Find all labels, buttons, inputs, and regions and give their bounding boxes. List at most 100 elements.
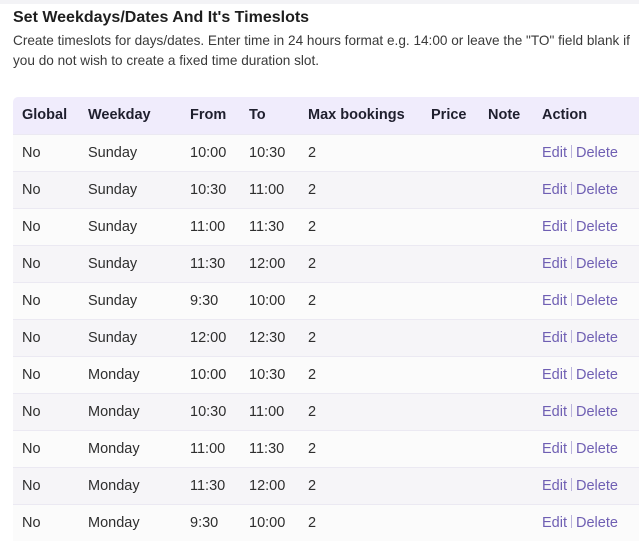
table-row: No Monday 10:00 10:30 2 Edit Delete [13, 355, 639, 393]
edit-link[interactable]: Edit [542, 256, 567, 272]
cell-from: 10:00 [181, 133, 240, 171]
column-header-from: From [190, 107, 227, 124]
cell-price [422, 207, 479, 245]
table-row: No Sunday 11:30 12:00 2 Edit Delete [13, 244, 639, 282]
table-row: No Sunday 9:30 10:00 2 Edit Delete [13, 281, 639, 319]
cell-weekday: Sunday [79, 244, 181, 282]
cell-weekday: Monday [79, 429, 181, 467]
action-separator [571, 181, 572, 195]
cell-max-bookings: 2 [299, 429, 422, 467]
timeslots-table-container: Global Weekday From To Max bookings Pric… [13, 97, 639, 541]
cell-price [422, 392, 479, 430]
cell-action: Edit Delete [533, 207, 639, 245]
cell-global: No [13, 170, 79, 208]
delete-link[interactable]: Delete [576, 478, 618, 494]
cell-weekday: Sunday [79, 318, 181, 356]
delete-link[interactable]: Delete [576, 293, 618, 309]
cell-global: No [13, 133, 79, 171]
cell-note [479, 170, 533, 208]
cell-weekday: Sunday [79, 207, 181, 245]
cell-to: 11:30 [240, 429, 299, 467]
delete-link[interactable]: Delete [576, 441, 618, 457]
cell-max-bookings: 2 [299, 133, 422, 171]
cell-note [479, 392, 533, 430]
action-separator [571, 329, 572, 343]
cell-from: 11:30 [181, 244, 240, 282]
delete-link[interactable]: Delete [576, 256, 618, 272]
cell-max-bookings: 2 [299, 503, 422, 541]
page-title: Set Weekdays/Dates And It's Timeslots [13, 9, 310, 26]
column-header-max-bookings: Max bookings [308, 107, 405, 124]
edit-link[interactable]: Edit [542, 330, 567, 346]
cell-action: Edit Delete [533, 318, 639, 356]
cell-from: 9:30 [181, 281, 240, 319]
table-row: No Sunday 10:00 10:30 2 Edit Delete [13, 133, 639, 171]
cell-action: Edit Delete [533, 170, 639, 208]
cell-price [422, 503, 479, 541]
table-row: No Monday 10:30 11:00 2 Edit Delete [13, 392, 639, 430]
edit-link[interactable]: Edit [542, 293, 567, 309]
cell-action: Edit Delete [533, 429, 639, 467]
edit-link[interactable]: Edit [542, 182, 567, 198]
edit-link[interactable]: Edit [542, 145, 567, 161]
action-separator [571, 440, 572, 454]
edit-link[interactable]: Edit [542, 441, 567, 457]
cell-from: 9:30 [181, 503, 240, 541]
edit-link[interactable]: Edit [542, 367, 567, 383]
cell-weekday: Sunday [79, 281, 181, 319]
cell-price [422, 170, 479, 208]
delete-link[interactable]: Delete [576, 404, 618, 420]
cell-global: No [13, 503, 79, 541]
delete-link[interactable]: Delete [576, 182, 618, 198]
delete-link[interactable]: Delete [576, 367, 618, 383]
cell-action: Edit Delete [533, 244, 639, 282]
table-body: No Sunday 10:00 10:30 2 Edit Delete No Sunday 10:… [13, 133, 639, 541]
edit-link[interactable]: Edit [542, 219, 567, 235]
cell-action: Edit Delete [533, 466, 639, 504]
action-separator [571, 218, 572, 232]
cell-max-bookings: 2 [299, 318, 422, 356]
cell-to: 11:30 [240, 207, 299, 245]
table-header-row: Global Weekday From To Max bookings Pric… [13, 97, 639, 134]
cell-from: 10:30 [181, 170, 240, 208]
edit-link[interactable]: Edit [542, 404, 567, 420]
column-header-to: To [249, 107, 266, 124]
cell-note [479, 429, 533, 467]
delete-link[interactable]: Delete [576, 219, 618, 235]
action-separator [571, 292, 572, 306]
action-separator [571, 514, 572, 528]
cell-price [422, 318, 479, 356]
cell-weekday: Sunday [79, 133, 181, 171]
cell-note [479, 244, 533, 282]
cell-global: No [13, 207, 79, 245]
cell-to: 12:30 [240, 318, 299, 356]
cell-price [422, 355, 479, 393]
cell-weekday: Monday [79, 392, 181, 430]
cell-note [479, 355, 533, 393]
action-separator [571, 403, 572, 417]
cell-from: 10:30 [181, 392, 240, 430]
cell-action: Edit Delete [533, 503, 639, 541]
table-row: No Monday 11:00 11:30 2 Edit Delete [13, 429, 639, 467]
delete-link[interactable]: Delete [576, 515, 618, 531]
cell-price [422, 133, 479, 171]
delete-link[interactable]: Delete [576, 330, 618, 346]
table-row: No Sunday 11:00 11:30 2 Edit Delete [13, 207, 639, 245]
cell-note [479, 207, 533, 245]
cell-action: Edit Delete [533, 392, 639, 430]
action-separator [571, 366, 572, 380]
column-header-global: Global [22, 107, 68, 124]
page-description: Create timeslots for days/dates. Enter t… [13, 33, 630, 68]
cell-from: 11:30 [181, 466, 240, 504]
cell-to: 11:00 [240, 392, 299, 430]
cell-max-bookings: 2 [299, 170, 422, 208]
cell-to: 10:00 [240, 281, 299, 319]
edit-link[interactable]: Edit [542, 478, 567, 494]
cell-note [479, 466, 533, 504]
delete-link[interactable]: Delete [576, 145, 618, 161]
cell-action: Edit Delete [533, 133, 639, 171]
action-separator [571, 477, 572, 491]
section-header: Set Weekdays/Dates And It's Timeslots Cr… [13, 8, 633, 71]
edit-link[interactable]: Edit [542, 515, 567, 531]
cell-action: Edit Delete [533, 355, 639, 393]
